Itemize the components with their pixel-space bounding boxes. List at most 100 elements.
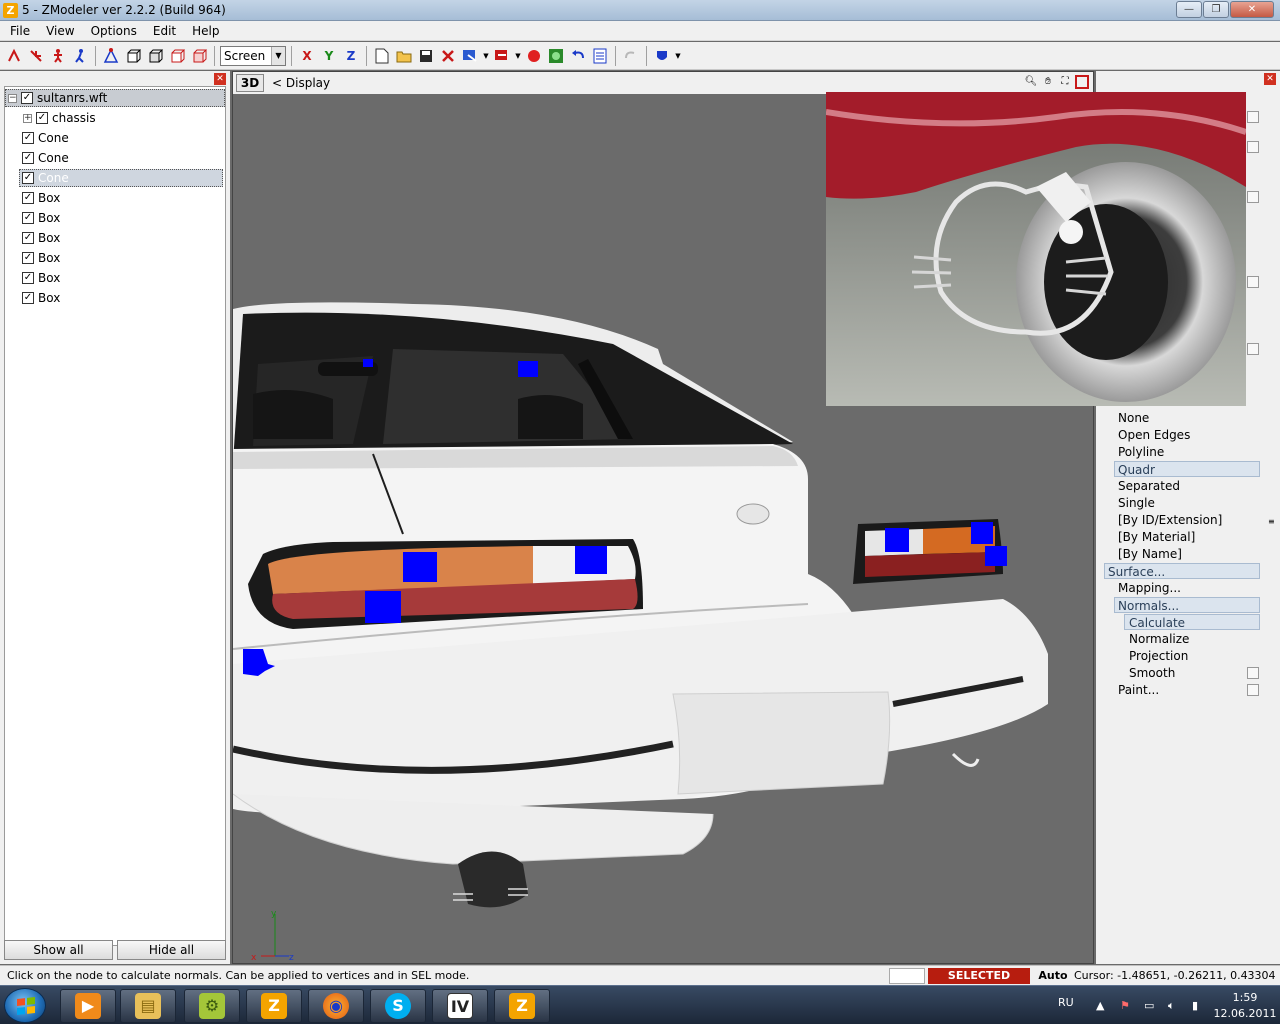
language-indicator[interactable]: RU [1058,996,1074,1009]
visibility-checkbox[interactable]: ✓ [22,272,34,284]
vertex-mode-icon[interactable] [101,46,121,66]
cmd-separated[interactable]: Separated [1118,478,1180,494]
paint-options-checkbox[interactable] [1247,684,1259,696]
menu-edit[interactable]: Edit [145,24,184,38]
option-checkbox[interactable] [1247,141,1259,153]
visibility-checkbox[interactable]: ✓ [22,172,34,184]
tree-item-chassis[interactable]: + ✓ chassis [5,109,225,127]
cmd-by-name[interactable]: [By Name] [1118,546,1182,562]
cmd-normals[interactable]: Normals... [1114,597,1260,613]
selection-box[interactable] [985,546,1007,566]
axis-z-toggle[interactable]: Z [341,46,361,66]
tree-item-box[interactable]: ✓ Box [5,269,225,287]
axis-y-toggle[interactable]: Y [319,46,339,66]
tree-item-box[interactable]: ✓ Box [5,249,225,267]
cmd-surface[interactable]: Surface... [1104,563,1260,579]
cube-red-icon[interactable] [189,46,209,66]
tree-item-box[interactable]: ✓ Box [5,189,225,207]
tree-item-cone[interactable]: ✓ Cone [5,129,225,147]
cmd-by-id-extension[interactable]: [By ID/Extension] [1118,512,1222,528]
group-mode-icon[interactable] [167,46,187,66]
chevron-down-icon[interactable]: ▼ [271,46,285,65]
move-icon[interactable] [26,46,46,66]
new-file-icon[interactable] [372,46,392,66]
taskbar-tool[interactable]: ⚙ [184,989,240,1023]
dropdown-arrow-icon[interactable]: ▼ [514,46,522,66]
visibility-checkbox[interactable]: ✓ [22,232,34,244]
panel-scrollbar[interactable]: ≡ [1266,87,1278,957]
network-icon[interactable]: ▭ [1144,999,1154,1012]
taskbar-skype[interactable]: S [370,989,426,1023]
select-icon[interactable] [4,46,24,66]
option-checkbox[interactable] [1247,191,1259,203]
render-icon[interactable] [546,46,566,66]
pan-hand-icon[interactable]: ✋︎ [1041,75,1055,89]
save-icon[interactable] [416,46,436,66]
cmd-open-edges[interactable]: Open Edges [1118,427,1190,443]
power-icon[interactable]: ▮ [1192,999,1198,1012]
cmd-calculate[interactable]: Calculate [1124,614,1260,630]
notes-icon[interactable] [590,46,610,66]
selection-box[interactable] [363,359,373,367]
visibility-checkbox[interactable]: ✓ [36,112,48,124]
cmd-polyline[interactable]: Polyline [1118,444,1164,460]
delete-icon[interactable] [438,46,458,66]
viewport-close-icon[interactable] [1075,75,1089,89]
visibility-checkbox[interactable]: ✓ [22,292,34,304]
cmd-quadr[interactable]: Quadr [1114,461,1260,477]
taskbar-firefox[interactable]: ◉ [308,989,364,1023]
visibility-checkbox[interactable]: ✓ [22,252,34,264]
undo-icon[interactable] [568,46,588,66]
start-button[interactable] [4,988,46,1023]
collapse-icon[interactable]: − [8,93,17,103]
shield-cube-icon[interactable] [652,46,672,66]
tree-item-box[interactable]: ✓ Box [5,209,225,227]
record-icon[interactable] [524,46,544,66]
scroll-grip-icon[interactable]: ≡ [1268,517,1275,526]
tree-item-cone[interactable]: ✓ Cone [5,149,225,167]
clock-date[interactable]: 12.06.2011 [1212,1007,1278,1020]
taskbar-zmodeler[interactable]: Z [246,989,302,1023]
face-mode-icon[interactable] [123,46,143,66]
menu-help[interactable]: Help [184,24,227,38]
selection-box[interactable] [575,546,607,574]
cmd-single[interactable]: Single [1118,495,1155,511]
show-hidden-icons-icon[interactable]: ▲ [1096,999,1104,1012]
viewport-breadcrumb[interactable]: < Display [272,76,330,90]
close-icon[interactable]: ✕ [214,73,226,85]
taskbar-explorer[interactable]: ▤ [120,989,176,1023]
action-center-icon[interactable]: ⚑ [1120,999,1130,1012]
maximize-icon[interactable]: ⛶ [1058,75,1072,89]
object-mode-icon[interactable] [145,46,165,66]
open-folder-icon[interactable] [394,46,414,66]
show-all-button[interactable]: Show all [4,940,113,960]
cmd-paint[interactable]: Paint... [1118,682,1159,698]
clock-time[interactable]: 1:59 [1218,991,1272,1004]
zoom-icon[interactable]: 🔍︎ [1024,75,1038,89]
coord-mode-select[interactable]: Screen ▼ [220,45,286,66]
walk-icon[interactable] [48,46,68,66]
menu-file[interactable]: File [2,24,38,38]
selection-box[interactable] [365,591,401,623]
dropdown-arrow-icon[interactable]: ▼ [482,46,490,66]
cmd-projection[interactable]: Projection [1129,648,1188,664]
export-icon[interactable] [492,46,512,66]
selection-box[interactable] [403,552,437,582]
import-icon[interactable] [460,46,480,66]
menu-view[interactable]: View [38,24,82,38]
taskbar-zmodeler-active[interactable]: Z [494,989,550,1023]
smooth-options-checkbox[interactable] [1247,667,1259,679]
volume-icon[interactable]: 🔈︎ [1168,999,1175,1013]
axis-x-toggle[interactable]: X [297,46,317,66]
option-checkbox[interactable] [1247,276,1259,288]
taskbar-iv[interactable]: IV [432,989,488,1023]
cmd-none[interactable]: None [1118,410,1149,426]
menu-options[interactable]: Options [83,24,145,38]
expand-icon[interactable]: + [23,113,32,123]
tree-item-cone-selected[interactable]: ✓ Cone [19,169,223,187]
tree-item-box[interactable]: ✓ Box [5,289,225,307]
cmd-normalize[interactable]: Normalize [1129,631,1189,647]
option-checkbox[interactable] [1247,111,1259,123]
close-button[interactable]: ✕ [1230,1,1274,18]
zmodeler-app-icon[interactable]: Z [3,3,18,18]
